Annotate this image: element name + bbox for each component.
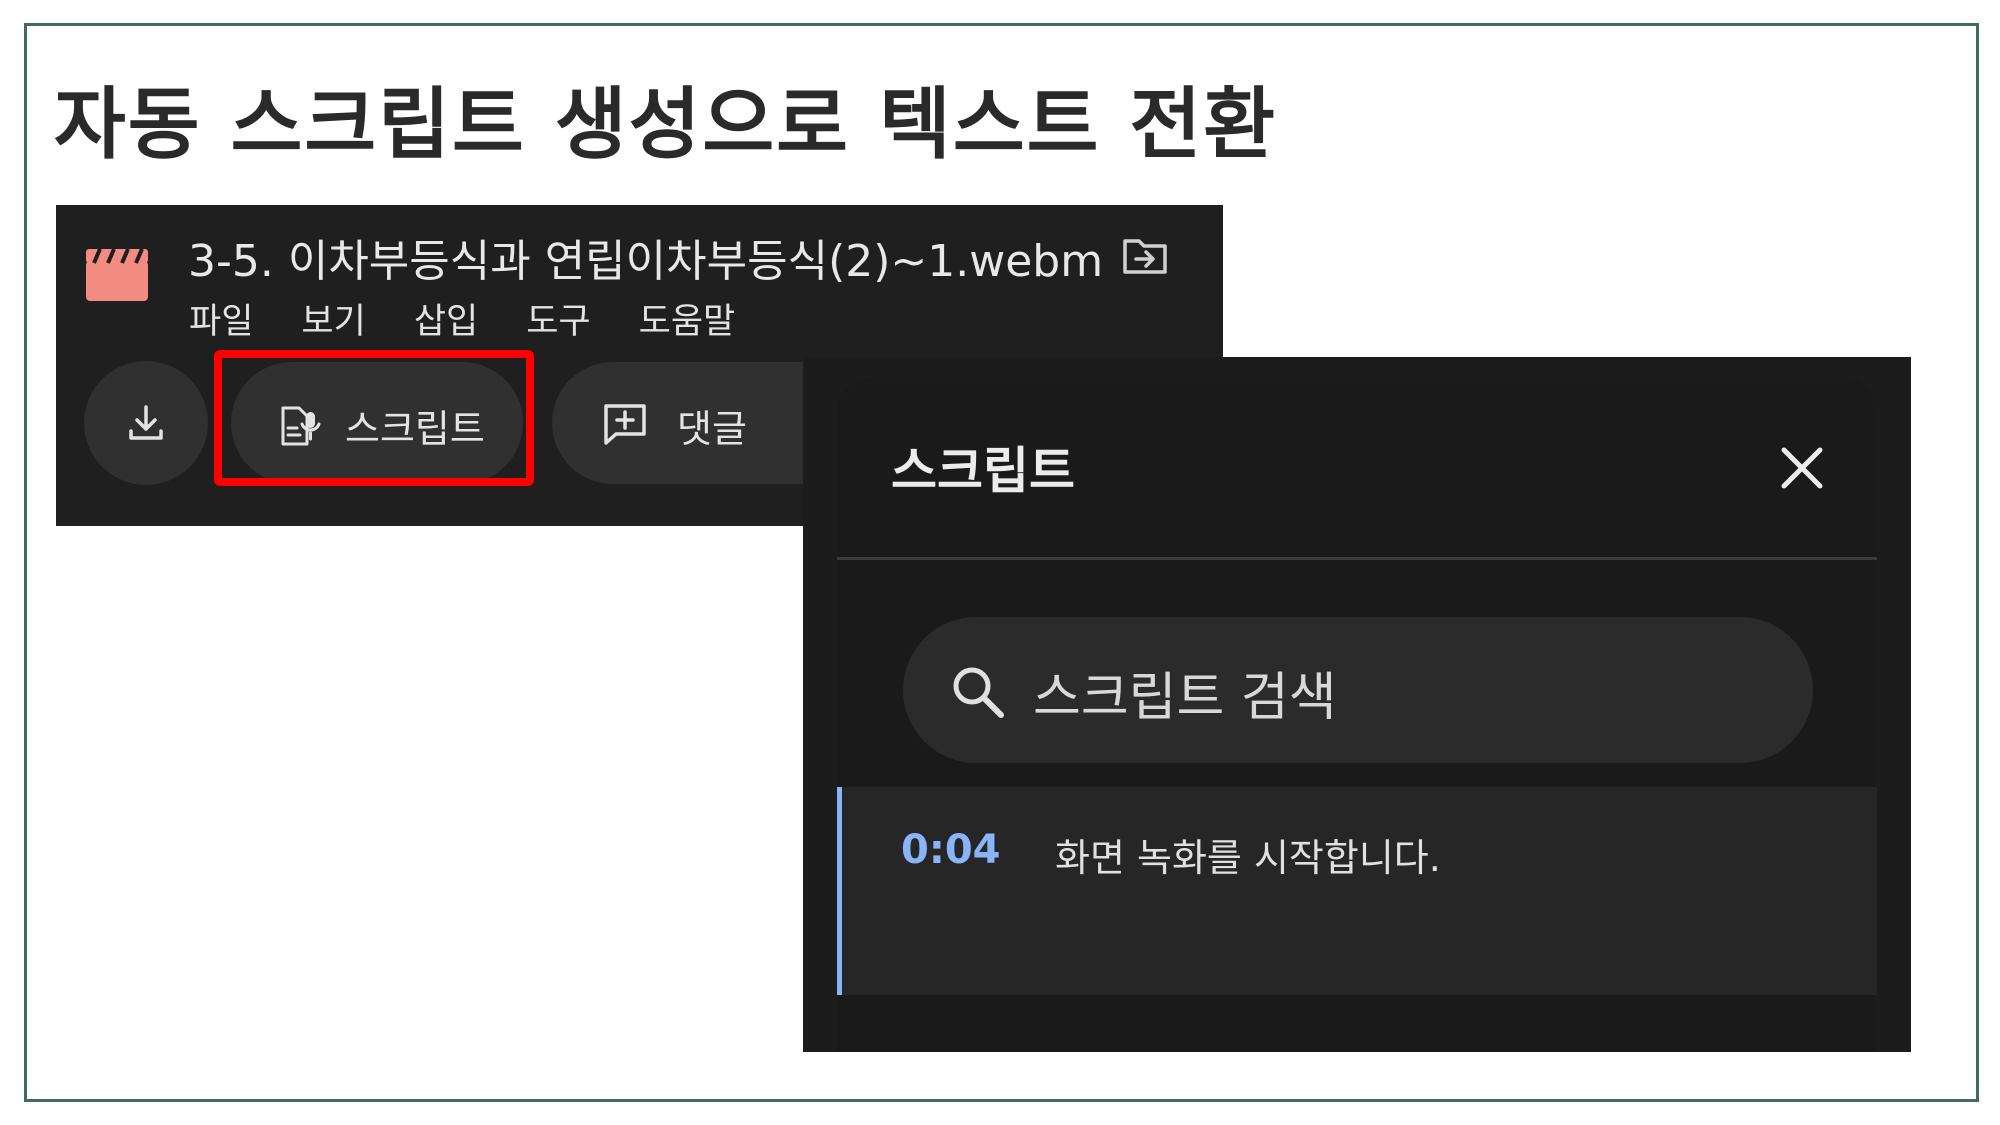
menu-help[interactable]: 도움말 [639, 293, 736, 344]
add-comment-icon [604, 404, 646, 445]
menu-file[interactable]: 파일 [189, 293, 253, 344]
search-icon [953, 667, 1004, 718]
comment-button-label: 댓글 [677, 407, 747, 451]
transcript-panel-body: 스크립트 스크립트 검색 0:04 화면 녹화를 시작합니다. [837, 377, 1877, 1052]
transcript-entry[interactable]: 0:04 화면 녹화를 시작합니다. [837, 787, 1877, 995]
file-name: 3-5. 이차부등식과 연립이차부등식(2)~1.webm [188, 236, 1104, 287]
menu-view[interactable]: 보기 [301, 293, 365, 344]
search-placeholder: 스크립트 검색 [1033, 668, 1337, 728]
close-icon[interactable] [1779, 445, 1825, 491]
entry-timestamp[interactable]: 0:04 [901, 827, 1001, 873]
active-entry-indicator [837, 787, 842, 995]
menu-insert[interactable]: 삽입 [414, 293, 478, 344]
menu-bar: 파일 보기 삽입 도구 도움말 [189, 293, 735, 344]
menu-tools[interactable]: 도구 [526, 293, 590, 344]
video-clapperboard-icon [86, 248, 148, 301]
move-to-folder-icon[interactable] [1122, 235, 1168, 275]
transcript-panel: 스크립트 스크립트 검색 0:04 화면 녹화를 시작합니다. [803, 357, 1911, 1052]
panel-title: 스크립트 [891, 442, 1075, 500]
entry-text: 화면 녹화를 시작합니다. [1055, 836, 1441, 880]
slide-title: 자동 스크립트 생성으로 텍스트 전환 [54, 80, 1278, 170]
download-button[interactable] [84, 361, 208, 485]
transcript-search-input[interactable]: 스크립트 검색 [903, 617, 1813, 763]
download-icon [129, 405, 163, 440]
panel-divider [837, 557, 1877, 560]
highlight-box [214, 350, 534, 486]
